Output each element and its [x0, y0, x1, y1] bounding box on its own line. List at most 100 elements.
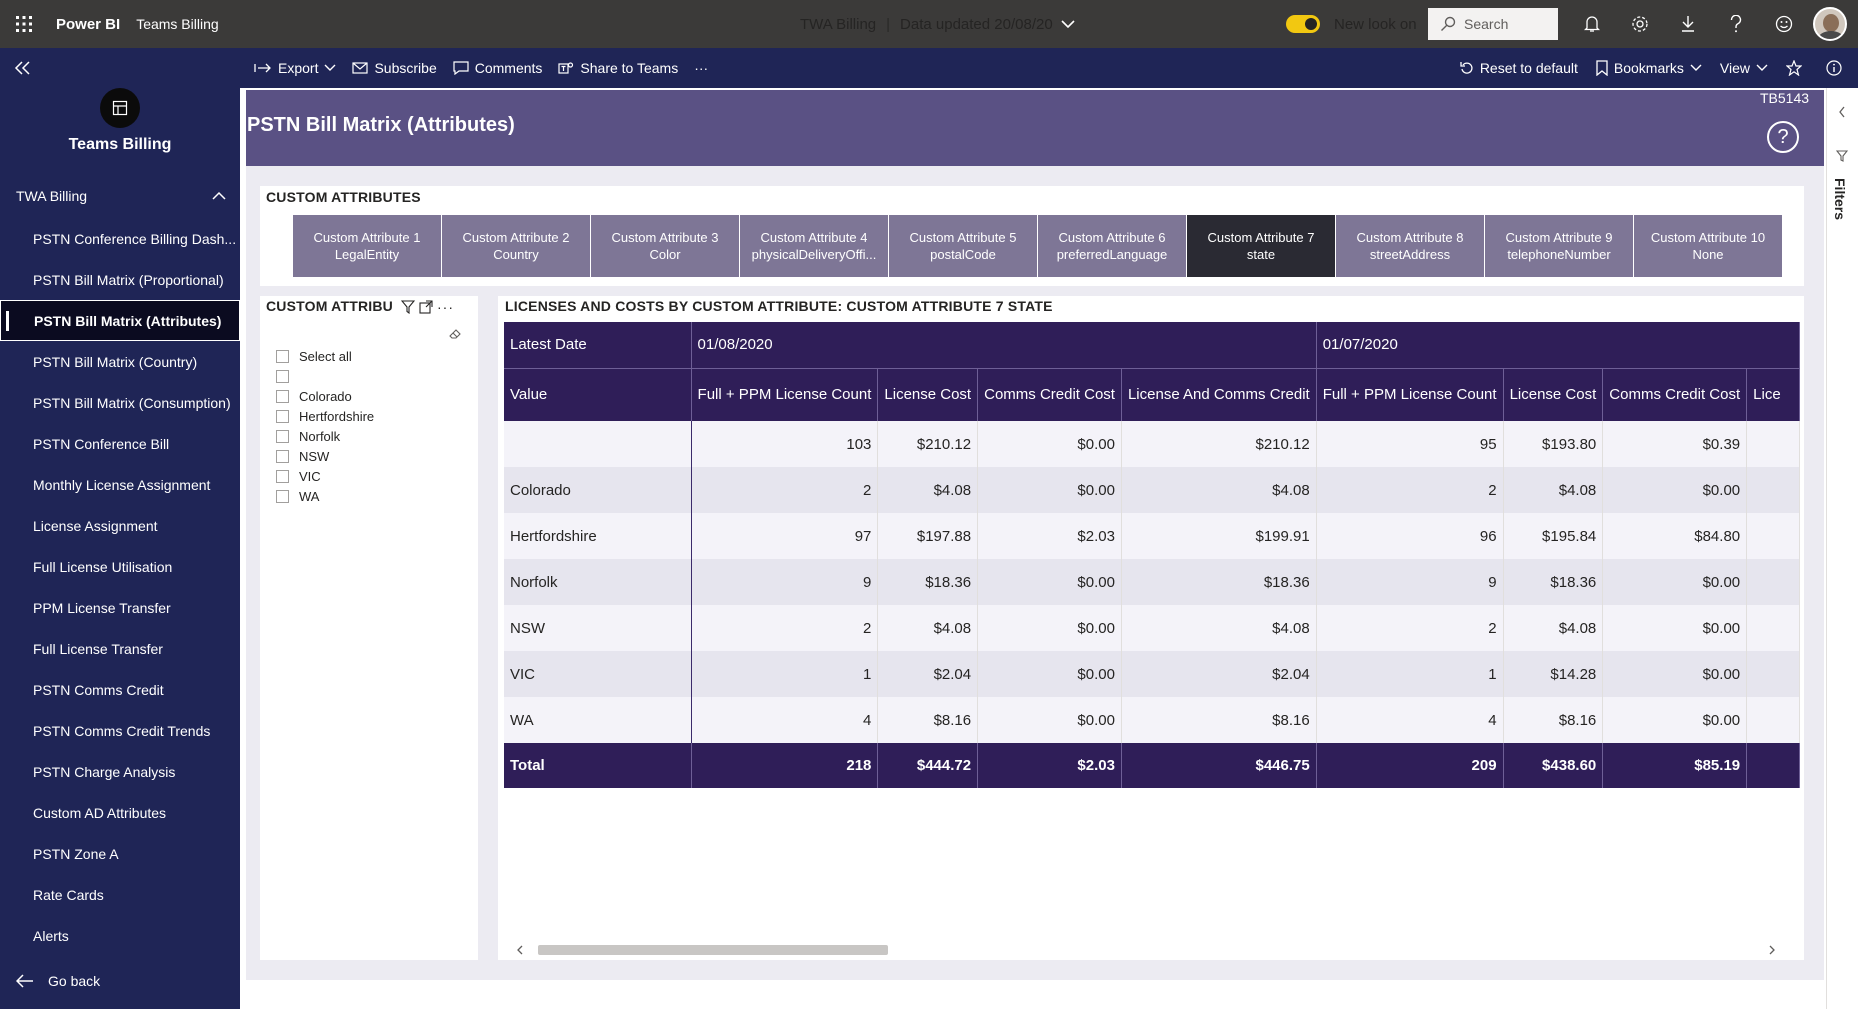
custom-attribute-button-1[interactable]: Custom Attribute 1 LegalEntity — [293, 215, 441, 277]
workspace-name: Teams Billing — [68, 136, 172, 153]
checkbox[interactable] — [276, 469, 289, 483]
nav-item[interactable]: PPM License Transfer — [0, 587, 240, 628]
slicer-item[interactable]: Select all — [276, 346, 374, 366]
matrix-total-cell — [1746, 743, 1800, 788]
matrix-column-header[interactable]: Full + PPM License Count — [1316, 367, 1504, 421]
nav-item[interactable]: PSTN Conference Bill — [0, 423, 240, 464]
matrix-cell — [1746, 651, 1800, 697]
info-icon[interactable] — [1826, 60, 1848, 76]
filters-label[interactable]: Filters — [1832, 178, 1848, 220]
view-button[interactable]: View — [1720, 60, 1768, 76]
checkbox[interactable] — [276, 369, 289, 383]
checkbox[interactable] — [276, 349, 289, 363]
checkbox[interactable] — [276, 489, 289, 503]
custom-attribute-button-label: Custom Attribute 6 — [1058, 230, 1166, 245]
bell-icon[interactable] — [1568, 0, 1616, 48]
nav-item[interactable]: Monthly License Assignment — [0, 464, 240, 505]
report-title-dropdown[interactable]: TWA Billing | Data updated 20/08/20 — [800, 0, 1075, 48]
nav-item[interactable]: PSTN Comms Credit Trends — [0, 710, 240, 751]
subscribe-button[interactable]: Subscribe — [352, 60, 437, 76]
matrix-column-header[interactable]: License Cost — [1503, 367, 1604, 421]
share-to-teams-button[interactable]: Share to Teams — [558, 60, 678, 76]
slicer-item[interactable]: Norfolk — [276, 426, 374, 446]
matrix-column-header[interactable]: Lice — [1746, 367, 1800, 421]
chevron-left-icon[interactable] — [1838, 106, 1846, 118]
nav-item[interactable]: Full License Utilisation — [0, 546, 240, 587]
custom-attribute-button-6[interactable]: Custom Attribute 6 preferredLanguage — [1038, 215, 1186, 277]
nav-item[interactable]: PSTN Bill Matrix (Consumption) — [0, 382, 240, 423]
custom-attribute-button-2[interactable]: Custom Attribute 2 Country — [442, 215, 590, 277]
custom-attribute-button-9[interactable]: Custom Attribute 9 telephoneNumber — [1485, 215, 1633, 277]
matrix-column-header[interactable]: License And Comms Credit — [1121, 367, 1317, 421]
custom-attribute-button-5[interactable]: Custom Attribute 5 postalCode — [889, 215, 1037, 277]
matrix-column-header[interactable]: License Cost — [877, 367, 979, 421]
help-icon[interactable] — [1712, 0, 1760, 48]
slicer-item[interactable]: NSW — [276, 446, 374, 466]
nav-item[interactable]: License Assignment — [0, 505, 240, 546]
nav-item[interactable]: Rate Cards — [0, 874, 240, 915]
eraser-icon[interactable] — [448, 328, 462, 340]
nav-item[interactable]: PSTN Bill Matrix (Attributes) — [0, 300, 240, 341]
custom-attribute-button-7[interactable]: Custom Attribute 7 state — [1187, 215, 1335, 277]
matrix-period-header[interactable]: 01/08/2020 — [691, 322, 1317, 368]
scroll-right-icon[interactable] — [1768, 945, 1776, 955]
slicer-item[interactable]: VIC — [276, 466, 374, 486]
nav-item[interactable]: PSTN Zone A — [0, 833, 240, 874]
workspace-breadcrumb[interactable]: Teams Billing — [136, 16, 218, 32]
matrix-column-header[interactable]: Full + PPM License Count — [691, 367, 879, 421]
help-button[interactable]: ? — [1767, 121, 1799, 153]
collapse-nav-icon[interactable] — [14, 60, 32, 76]
reset-to-default-button[interactable]: Reset to default — [1460, 60, 1578, 76]
custom-attribute-button-8[interactable]: Custom Attribute 8 streetAddress — [1336, 215, 1484, 277]
go-back-button[interactable]: Go back — [16, 973, 100, 989]
nav-item[interactable]: PSTN Charge Analysis — [0, 751, 240, 792]
checkbox[interactable] — [276, 429, 289, 443]
slicer-item[interactable]: Hertfordshire — [276, 406, 374, 426]
slicer-item[interactable]: Colorado — [276, 386, 374, 406]
new-look-toggle[interactable] — [1286, 15, 1320, 33]
more-options-icon[interactable]: ··· — [437, 299, 454, 315]
brand-link[interactable]: Power BI — [56, 16, 120, 33]
custom-attribute-button-10[interactable]: Custom Attribute 10 None — [1634, 215, 1782, 277]
slicer-item[interactable] — [276, 366, 374, 386]
matrix-cell: $8.16 — [1503, 697, 1604, 743]
custom-attribute-button-3[interactable]: Custom Attribute 3 Color — [591, 215, 739, 277]
nav-item[interactable]: Alerts — [0, 915, 240, 956]
focus-mode-icon[interactable] — [419, 300, 433, 314]
checkbox[interactable] — [276, 449, 289, 463]
checkbox[interactable] — [276, 389, 289, 403]
comments-button[interactable]: Comments — [453, 60, 542, 76]
nav-item[interactable]: Custom AD Attributes — [0, 792, 240, 833]
custom-attribute-button-value: LegalEntity — [334, 247, 400, 262]
download-icon[interactable] — [1664, 0, 1712, 48]
bookmarks-button[interactable]: Bookmarks — [1596, 60, 1702, 76]
custom-attribute-button-4[interactable]: Custom Attribute 4 physicalDeliveryOffi..… — [740, 215, 888, 277]
nav-item[interactable]: PSTN Bill Matrix (Country) — [0, 341, 240, 382]
app-section-label: TWA Billing — [16, 188, 88, 204]
scroll-left-icon[interactable] — [516, 945, 524, 955]
matrix-period-header[interactable]: 01/07/2020 — [1316, 322, 1800, 368]
nav-item[interactable]: PSTN Comms Credit — [0, 669, 240, 710]
nav-item[interactable]: PSTN Bill Matrix (Proportional) — [0, 259, 240, 300]
custom-attribute-button-value: postalCode — [930, 247, 996, 262]
favorite-star-icon[interactable] — [1786, 60, 1808, 76]
avatar[interactable] — [1813, 7, 1847, 41]
slicer-item[interactable]: WA — [276, 486, 374, 506]
custom-attribute-button-value: None — [1692, 247, 1724, 262]
matrix-horizontal-scrollbar[interactable] — [510, 942, 1790, 956]
app-launcher-icon[interactable] — [0, 0, 48, 48]
checkbox[interactable] — [276, 409, 289, 423]
scrollbar-thumb[interactable] — [538, 945, 888, 955]
export-button[interactable]: Export — [254, 60, 336, 76]
gear-icon[interactable] — [1616, 0, 1664, 48]
more-options-button[interactable]: ··· — [694, 60, 708, 76]
app-section-header[interactable]: TWA Billing — [16, 188, 226, 204]
smiley-icon[interactable] — [1760, 0, 1808, 48]
filter-icon[interactable] — [401, 300, 415, 314]
filter-pane[interactable] — [1826, 88, 1858, 1009]
matrix-column-header[interactable]: Comms Credit Cost — [1602, 367, 1748, 421]
search-input[interactable]: Search — [1428, 8, 1558, 40]
nav-item[interactable]: PSTN Conference Billing Dash... — [0, 218, 240, 259]
matrix-column-header[interactable]: Comms Credit Cost — [977, 367, 1122, 421]
nav-item[interactable]: Full License Transfer — [0, 628, 240, 669]
